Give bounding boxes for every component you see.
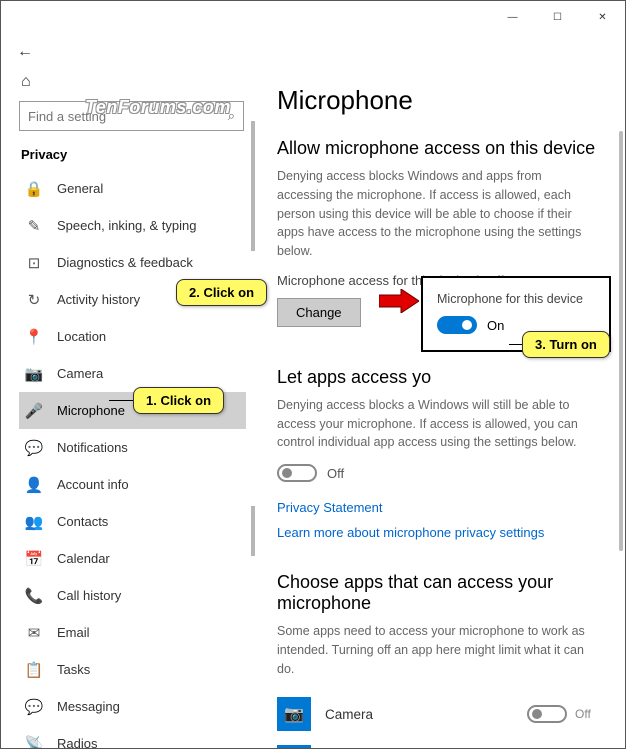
callout-3: 3. Turn on xyxy=(522,331,610,358)
app-toggle[interactable] xyxy=(527,705,567,723)
callout-1-line xyxy=(109,400,136,401)
sidebar-item-label: Microphone xyxy=(57,403,125,418)
app-row-cortana: ○CortanaOff xyxy=(277,738,599,748)
email-icon: ✉ xyxy=(25,624,43,642)
section1-heading: Allow microphone access on this device xyxy=(277,138,599,159)
sidebar-item-label: Location xyxy=(57,329,106,344)
tasks-icon: 📋 xyxy=(25,661,43,679)
app-row-camera: 📷 Camera Off xyxy=(277,690,599,738)
callout-2: 2. Click on xyxy=(176,279,267,306)
back-button[interactable]: ← xyxy=(13,40,37,64)
location-icon: 📍 xyxy=(25,328,43,346)
category-header: Privacy xyxy=(21,147,246,162)
notifications-icon: 💬 xyxy=(25,439,43,457)
sidebar-item-email[interactable]: ✉ Email xyxy=(19,614,246,651)
sidebar-item-label: Speech, inking, & typing xyxy=(57,218,196,233)
sidebar-item-tasks[interactable]: 📋 Tasks xyxy=(19,651,246,688)
sidebar-item-label: Tasks xyxy=(57,662,90,677)
toggle-off-icon xyxy=(277,464,317,482)
camera-icon: 📷 xyxy=(25,365,43,383)
sidebar-item-diagnostics-feedback[interactable]: ⊡ Diagnostics & feedback xyxy=(19,244,246,281)
microphone-icon: 🎤 xyxy=(25,402,43,420)
section2-desc: Denying access blocks a Windows will sti… xyxy=(277,396,599,452)
main-content: Microphone Allow microphone access on th… xyxy=(251,71,625,748)
maximize-button[interactable]: ☐ xyxy=(535,1,580,33)
sidebar-item-radios[interactable]: 📡 Radios xyxy=(19,725,246,748)
sidebar-item-label: Activity history xyxy=(57,292,140,307)
red-arrow-icon xyxy=(379,289,419,313)
general-icon: 🔒 xyxy=(25,180,43,198)
sidebar-item-general[interactable]: 🔒 General xyxy=(19,170,246,207)
sidebar-item-label: Camera xyxy=(57,366,103,381)
sidebar-item-label: General xyxy=(57,181,103,196)
page-title: Microphone xyxy=(277,85,599,116)
sidebar-item-calendar[interactable]: 📅 Calendar xyxy=(19,540,246,577)
sidebar-item-messaging[interactable]: 💬 Messaging xyxy=(19,688,246,725)
activity-history-icon: ↻ xyxy=(25,291,43,309)
section3-heading: Choose apps that can access your microph… xyxy=(277,572,599,614)
sidebar-item-location[interactable]: 📍 Location xyxy=(19,318,246,355)
popup-title: Microphone for this device xyxy=(437,292,595,306)
split-scrollbar-top[interactable] xyxy=(251,121,255,251)
close-button[interactable]: ✕ xyxy=(580,1,625,33)
learn-more-link[interactable]: Learn more about microphone privacy sett… xyxy=(277,525,599,540)
contacts-icon: 👥 xyxy=(25,513,43,531)
apps-access-toggle[interactable]: Off xyxy=(277,464,599,482)
section2-heading: Let apps access yo xyxy=(277,367,599,388)
toggle-state: Off xyxy=(327,466,344,481)
sidebar-item-label: Calendar xyxy=(57,551,110,566)
section3-desc: Some apps need to access your microphone… xyxy=(277,622,599,678)
section1-desc: Denying access blocks Windows and apps f… xyxy=(277,167,599,261)
home-icon[interactable]: ⌂ xyxy=(21,73,246,91)
sidebar-item-label: Email xyxy=(57,625,90,640)
sidebar-item-label: Account info xyxy=(57,477,129,492)
callout-1: 1. Click on xyxy=(133,387,224,414)
window-titlebar: — ☐ ✕ xyxy=(1,1,625,33)
sidebar-item-label: Notifications xyxy=(57,440,128,455)
sidebar-item-account-info[interactable]: 👤 Account info xyxy=(19,466,246,503)
diagnostics-feedback-icon: ⊡ xyxy=(25,254,43,272)
popup-toggle-state: On xyxy=(487,318,504,333)
account-info-icon: 👤 xyxy=(25,476,43,494)
sidebar-item-call-history[interactable]: 📞 Call history xyxy=(19,577,246,614)
sidebar-item-speech-inking-typing[interactable]: ✎ Speech, inking, & typing xyxy=(19,207,246,244)
sidebar-item-label: Call history xyxy=(57,588,121,603)
sidebar-item-contacts[interactable]: 👥 Contacts xyxy=(19,503,246,540)
sidebar-item-label: Messaging xyxy=(57,699,120,714)
sidebar-item-notifications[interactable]: 💬 Notifications xyxy=(19,429,246,466)
speech-inking-typing-icon: ✎ xyxy=(25,217,43,235)
app-name: Camera xyxy=(325,707,527,722)
app-toggle-state: Off xyxy=(575,707,599,721)
minimize-button[interactable]: — xyxy=(490,1,535,33)
toggle-on-icon xyxy=(437,316,477,334)
privacy-statement-link[interactable]: Privacy Statement xyxy=(277,500,599,515)
calendar-icon: 📅 xyxy=(25,550,43,568)
sidebar-item-label: Radios xyxy=(57,736,97,748)
radios-icon: 📡 xyxy=(25,735,43,749)
main-scrollbar[interactable] xyxy=(619,131,623,551)
cortana-app-icon: ○ xyxy=(277,745,311,748)
top-bar: ← xyxy=(1,33,625,71)
sidebar-item-label: Diagnostics & feedback xyxy=(57,255,193,270)
change-button[interactable]: Change xyxy=(277,298,361,327)
messaging-icon: 💬 xyxy=(25,698,43,716)
sidebar-item-label: Contacts xyxy=(57,514,108,529)
watermark: TenForums.com xyxy=(85,97,231,118)
camera-app-icon: 📷 xyxy=(277,697,311,731)
split-scrollbar-bottom[interactable] xyxy=(251,506,255,556)
call-history-icon: 📞 xyxy=(25,587,43,605)
